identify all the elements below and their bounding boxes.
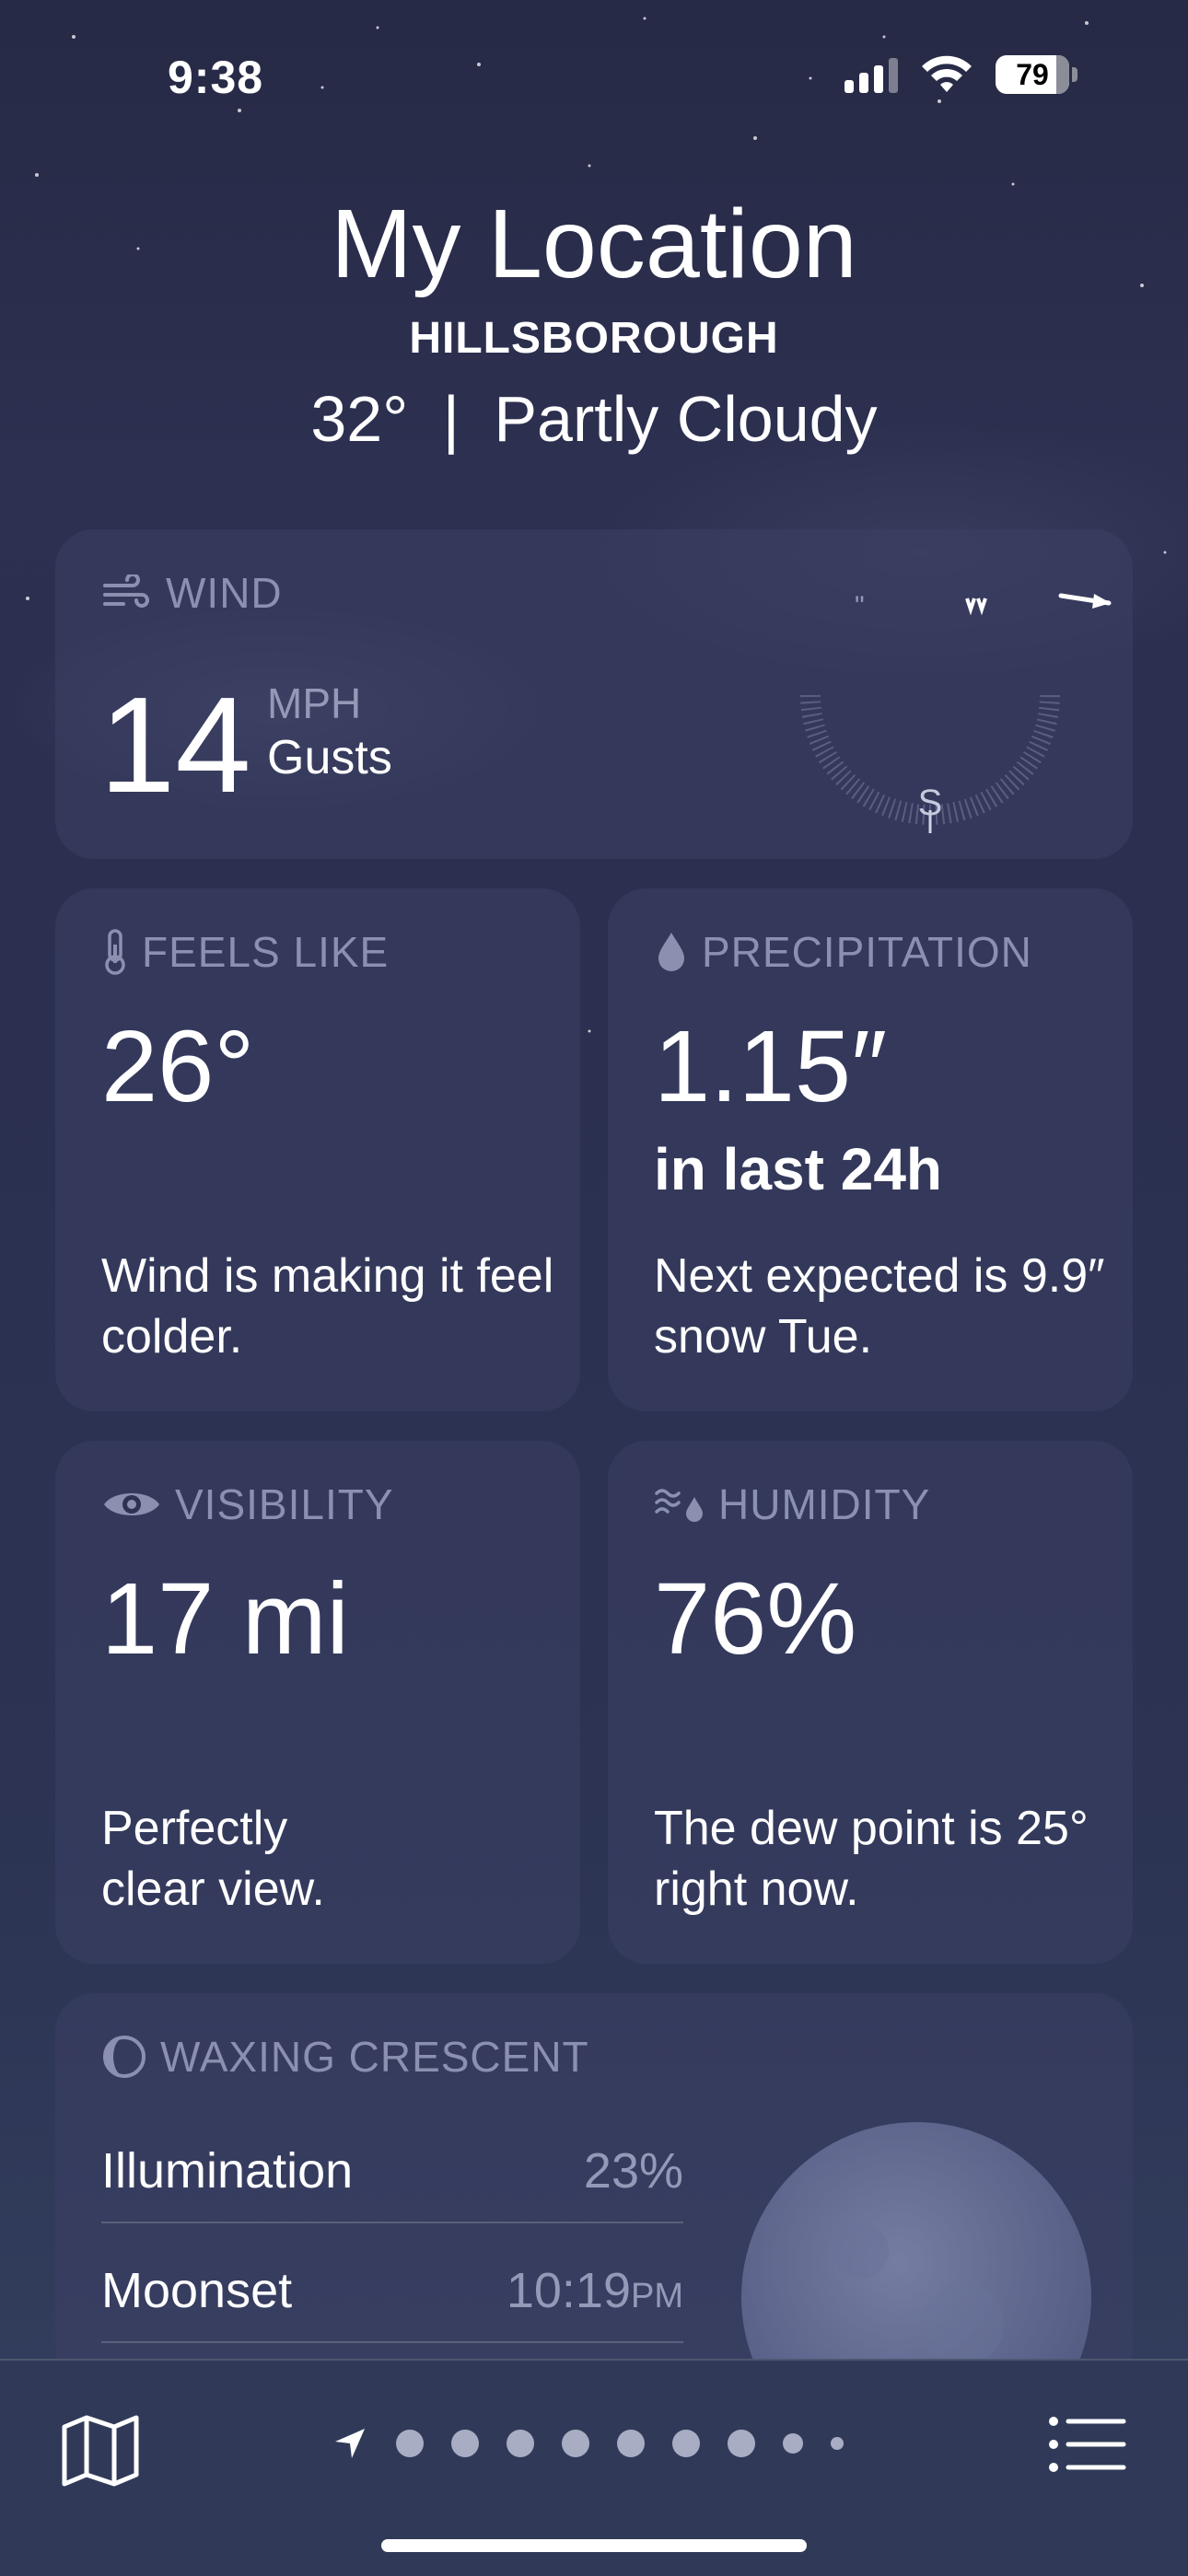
page-dot[interactable] [451,2430,479,2457]
map-icon [62,2415,139,2487]
raindrop-icon [658,933,684,971]
precipitation-card[interactable]: PRECIPITATION 1.15″ in last 24h Next exp… [608,888,1133,1411]
wind-compass: S " [800,591,1112,833]
compass-west-mark [965,598,987,616]
eye-icon [104,1493,159,1515]
precipitation-period: in last 24h [654,1136,942,1202]
humidity-header: HUMIDITY [654,1479,930,1529]
moon-row-moonset: Moonset 10:19PM [101,2262,683,2343]
moonset-suffix: PM [631,2277,683,2315]
condition-text: Partly Cloudy [494,383,878,455]
home-indicator[interactable] [381,2539,807,2552]
page-indicator[interactable] [332,2425,844,2462]
wind-label: WIND [166,569,283,617]
status-icons: 79 [844,55,1077,94]
moon-header: WAXING CRESCENT [101,2032,589,2082]
divider: | [442,383,460,455]
moon-row-label: Moonset [101,2263,293,2318]
thermometer-icon [105,929,125,975]
current-temp: 32° [310,383,409,455]
wind-card[interactable]: WIND 14 MPH Gusts S " [55,529,1133,859]
wind-unit: MPH [267,679,362,727]
page-dot[interactable] [831,2437,844,2450]
moon-row-value: 10:19PM [506,2263,683,2318]
feels-like-card[interactable]: FEELS LIKE 26° Wind is making it feel co… [55,888,580,1411]
wind-direction-arrow [1058,593,1112,609]
svg-text:": " [855,591,865,621]
wifi-icon [922,55,972,92]
humidity-description: The dew point is 25° right now. [654,1802,1089,1916]
wind-gusts: Gusts [267,731,392,784]
location-title: My Location [331,190,857,298]
humidity-icon [655,1489,703,1522]
visibility-description: Perfectly clear view. [101,1802,325,1916]
battery-icon: 79 [996,55,1077,94]
location-subtitle: HILLSBOROUGH [409,314,779,363]
humidity-label: HUMIDITY [718,1480,931,1528]
page-dot[interactable] [562,2430,589,2457]
wind-speed: 14 [99,669,251,821]
precipitation-label: PRECIPITATION [702,928,1032,976]
moon-row-illumination: Illumination 23% [101,2142,683,2223]
moon-row-value: 23% [583,2143,683,2199]
status-time: 9:38 [168,52,264,103]
visibility-header: VISIBILITY [101,1479,394,1529]
compass-south-label: S [918,783,943,823]
page-dot[interactable] [617,2430,645,2457]
moon-row-label: Illumination [101,2143,354,2199]
feels-like-header: FEELS LIKE [101,927,389,977]
page-dot[interactable] [672,2430,700,2457]
current-conditions: 32° | Partly Cloudy [0,382,1188,456]
battery-level: 79 [1016,57,1049,91]
page-dot[interactable] [507,2430,534,2457]
moon-phase-icon [103,2036,146,2078]
wind-header: WIND [101,568,283,618]
location-arrow-icon [335,2429,365,2458]
precipitation-value: 1.15″ [654,1010,888,1123]
location-list-button[interactable] [1048,2414,1127,2479]
page-dot[interactable] [396,2430,424,2457]
list-icon [1049,2417,1126,2472]
feels-like-label: FEELS LIKE [142,928,390,976]
moon-label: WAXING CRESCENT [160,2033,589,2081]
precipitation-header: PRECIPITATION [654,927,1032,977]
page-dot[interactable] [728,2430,755,2457]
precipitation-description: Next expected is 9.9″ snow Tue. [654,1249,1105,1363]
humidity-card[interactable]: HUMIDITY 76% The dew point is 25° right … [608,1441,1133,1964]
feels-like-description: Wind is making it feel colder. [101,1249,554,1363]
visibility-value: 17 mi [101,1562,349,1676]
map-button[interactable] [61,2414,140,2492]
humidity-value: 76% [654,1562,857,1676]
visibility-card[interactable]: VISIBILITY 17 mi Perfectly clear view. [55,1441,580,1964]
feels-like-value: 26° [101,1010,255,1123]
wind-icon [103,574,149,608]
page-dot[interactable] [783,2433,803,2454]
visibility-label: VISIBILITY [175,1480,394,1528]
cellular-signal-icon [844,56,898,93]
